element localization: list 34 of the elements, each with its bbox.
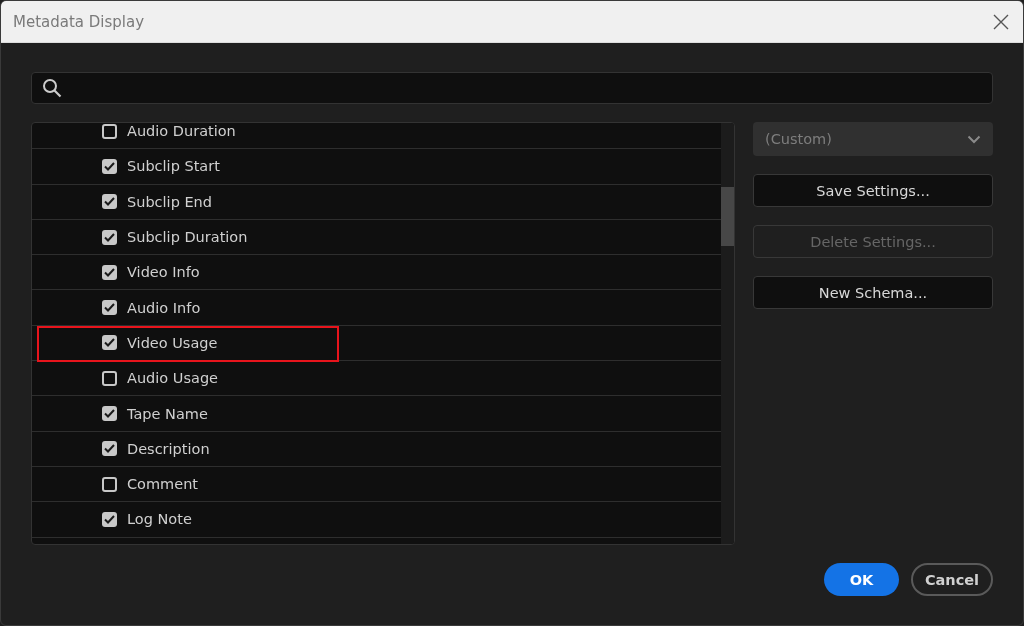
field-checkbox[interactable]: Description — [102, 440, 210, 457]
field-checkbox[interactable]: Log Note — [102, 511, 192, 528]
field-checkbox[interactable]: Subclip Duration — [102, 229, 248, 246]
checkbox[interactable] — [102, 300, 117, 316]
checkbox[interactable] — [102, 370, 117, 386]
field-checkbox[interactable]: Subclip Start — [102, 158, 220, 175]
field-checkbox[interactable]: Tape Name — [102, 405, 208, 422]
checkbox[interactable] — [102, 194, 117, 210]
search-field[interactable] — [31, 72, 993, 104]
window-title: Metadata Display — [13, 12, 145, 31]
settings-button[interactable]: New Schema... — [753, 276, 993, 309]
field-checkbox[interactable]: Audio Duration — [102, 123, 236, 140]
checkbox[interactable] — [102, 264, 117, 280]
checkbox[interactable] — [102, 158, 117, 174]
field-checkbox[interactable]: Comment — [102, 476, 199, 493]
checkbox[interactable] — [102, 123, 117, 139]
checkbox[interactable] — [102, 335, 117, 351]
field-checkbox[interactable]: Audio Usage — [102, 370, 218, 387]
ok-button[interactable]: OK — [824, 563, 899, 596]
checkbox[interactable] — [102, 406, 117, 421]
checkbox[interactable] — [102, 476, 117, 492]
checkbox[interactable] — [102, 441, 117, 457]
field-checkbox[interactable]: Audio Info — [102, 299, 201, 316]
field-checkbox[interactable]: Video Usage — [102, 334, 218, 351]
field-checkbox[interactable]: Subclip End — [102, 193, 212, 210]
close-icon[interactable] — [993, 13, 1009, 30]
scrollbar[interactable] — [721, 123, 734, 544]
settings-button[interactable]: Save Settings... — [753, 174, 993, 207]
checkbox[interactable] — [102, 229, 117, 245]
field-checkbox[interactable]: Video Info — [102, 264, 200, 281]
search-icon — [42, 78, 62, 98]
checkbox[interactable] — [102, 511, 117, 527]
chevron-down-icon — [967, 134, 981, 144]
cancel-button[interactable]: Cancel — [911, 563, 993, 596]
